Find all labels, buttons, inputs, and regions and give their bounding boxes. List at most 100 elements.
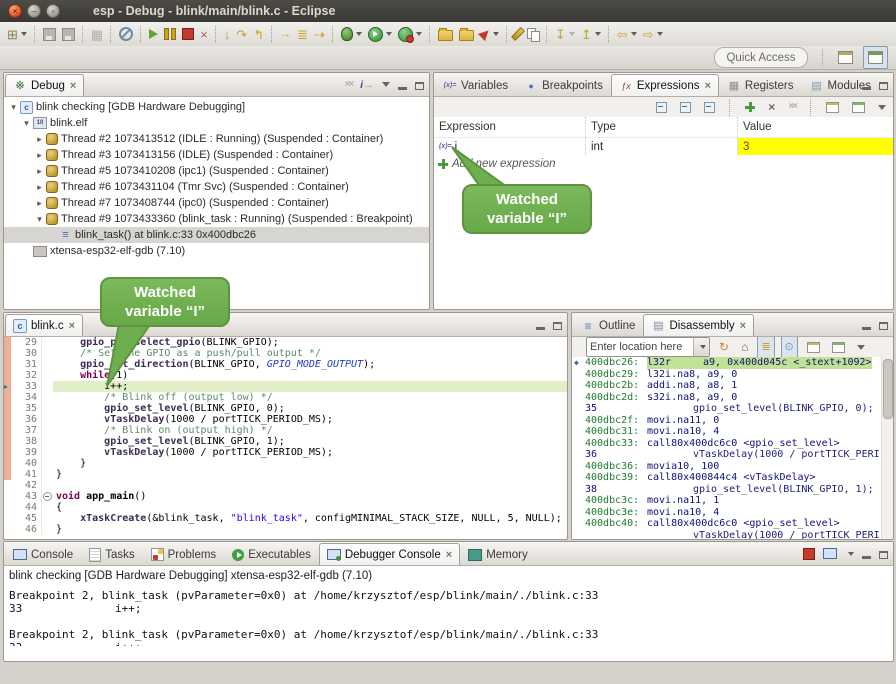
step-return-button[interactable]: ↰ — [250, 24, 267, 45]
debug-perspective-button[interactable] — [863, 46, 888, 69]
expander-icon[interactable]: ▸ — [34, 150, 45, 161]
tab-memory[interactable]: Memory — [460, 543, 536, 565]
debug-tree-row[interactable]: xtensa-esp32-elf-gdb (7.10) — [4, 243, 429, 259]
dropdown-arrow-icon[interactable] — [657, 32, 663, 36]
show-logical-structure-button[interactable] — [677, 97, 694, 118]
fold-collapse-icon[interactable] — [43, 492, 52, 501]
minimize-view-button[interactable] — [862, 549, 871, 559]
minimize-view-button[interactable] — [398, 80, 407, 90]
forward-button[interactable]: ⇨ — [640, 24, 666, 45]
view-menu-button[interactable] — [854, 337, 868, 358]
code-editor[interactable]: 29 gpio_pad_select_gpio(BLINK_GPIO);30 /… — [4, 337, 567, 540]
tab-debugger-console[interactable]: Debugger Console× — [319, 543, 460, 565]
track-expression-toggle[interactable]: ⊙ — [781, 336, 798, 359]
save-button[interactable] — [40, 24, 59, 45]
save-all-button[interactable] — [59, 24, 78, 45]
tab-blink-c[interactable]: blink.c× — [5, 314, 83, 336]
move-to-line-button[interactable]: ⇢ — [311, 24, 328, 45]
remove-all-expressions-button[interactable]: ×× — [785, 97, 799, 118]
compare-button[interactable] — [524, 24, 542, 45]
maximize-view-button[interactable] — [879, 549, 888, 559]
close-icon[interactable]: × — [740, 320, 746, 332]
window-maximize-button[interactable]: ▫ — [46, 4, 60, 18]
tab-outline[interactable]: Outline — [573, 314, 643, 336]
close-icon[interactable]: × — [70, 80, 76, 92]
expander-icon[interactable]: ▸ — [34, 198, 45, 209]
expander-icon[interactable]: ▾ — [8, 102, 19, 113]
disconnect-button[interactable]: × — [197, 24, 211, 45]
last-edit-location-button[interactable]: ↧ — [552, 24, 578, 45]
resume-button[interactable] — [146, 24, 161, 45]
view-menu-button[interactable] — [875, 97, 889, 118]
expander-icon[interactable]: ▾ — [21, 118, 32, 129]
maximize-view-button[interactable] — [553, 320, 562, 330]
show-source-button[interactable]: ≣ — [294, 24, 311, 45]
dropdown-arrow-icon[interactable] — [356, 32, 362, 36]
tab-tasks[interactable]: Tasks — [81, 543, 142, 565]
step-into-button[interactable]: ↓ — [221, 24, 234, 45]
debug-tree-row[interactable]: ▸Thread #5 1073410208 (ipc1) (Suspended … — [4, 163, 429, 179]
launch-tool-button[interactable] — [477, 24, 502, 45]
expander-icon[interactable]: ▸ — [34, 182, 45, 193]
home-button[interactable]: ⌂ — [738, 337, 751, 358]
column-header-expression[interactable]: Expression — [434, 117, 586, 137]
expander-icon[interactable]: ▸ — [34, 166, 45, 177]
instruction-stepping-button[interactable] — [277, 24, 294, 45]
debug-tree-row[interactable]: ▸Thread #7 1073408744 (ipc0) (Suspended … — [4, 195, 429, 211]
combo-dropdown-button[interactable] — [693, 338, 709, 356]
debug-tree-row[interactable]: ▸Thread #6 1073431104 (Tmr Svc) (Suspend… — [4, 179, 429, 195]
stop-console-icon[interactable] — [803, 548, 815, 560]
view-menu-icon[interactable] — [382, 82, 390, 87]
new-view-button[interactable] — [804, 337, 823, 358]
terminate-button[interactable] — [179, 24, 197, 45]
debug-tree-row[interactable]: ▾Thread #9 1073433360 (blink_task : Runn… — [4, 211, 429, 227]
tab-disassembly[interactable]: Disassembly× — [643, 314, 754, 336]
suspend-button[interactable] — [161, 24, 179, 45]
minimize-view-button[interactable] — [862, 320, 871, 330]
add-expression-button[interactable] — [742, 97, 758, 118]
maximize-view-button[interactable] — [415, 80, 424, 90]
disassembly-listing[interactable]: ◆400dbc26:l32ra9, 0x400d045c <_stext+109… — [572, 357, 893, 540]
tab-executables[interactable]: Executables — [224, 543, 319, 565]
dropdown-arrow-icon[interactable] — [569, 32, 575, 36]
show-type-names-button[interactable] — [653, 97, 670, 118]
minimize-view-button[interactable] — [862, 80, 871, 90]
debug-tree-row[interactable]: ▾blink.elf — [4, 115, 429, 131]
debug-tree-row[interactable]: blink_task() at blink.c:33 0x400dbc26 — [4, 227, 429, 243]
location-combo[interactable]: Enter location here — [586, 337, 710, 357]
build-button[interactable]: ▦ — [88, 24, 106, 45]
minimize-view-button[interactable] — [536, 320, 545, 330]
column-header-value[interactable]: Value — [738, 117, 893, 137]
dropdown-arrow-icon[interactable] — [493, 32, 499, 36]
display-console-icon[interactable] — [823, 548, 837, 559]
scrollbar-thumb[interactable] — [883, 359, 893, 419]
close-icon[interactable]: × — [69, 320, 75, 332]
skip-all-breakpoints-button[interactable] — [116, 24, 136, 45]
run-button[interactable] — [365, 24, 395, 45]
dropdown-arrow-icon[interactable] — [848, 552, 854, 556]
tab-registers[interactable]: Registers — [719, 74, 802, 96]
tab-console[interactable]: Console — [5, 543, 81, 565]
maximize-view-button[interactable] — [879, 320, 888, 330]
window-close-button[interactable]: × — [8, 4, 22, 18]
open-perspective-button[interactable] — [834, 47, 857, 68]
new-folder-button[interactable] — [435, 24, 456, 45]
show-source-toggle[interactable]: ≣ — [757, 336, 774, 359]
maximize-view-button[interactable] — [879, 80, 888, 90]
tab-breakpoints[interactable]: Breakpoints — [516, 74, 611, 96]
disassembly-scrollbar[interactable] — [881, 357, 893, 540]
tab-problems[interactable]: Problems — [143, 543, 225, 565]
dropdown-arrow-icon[interactable] — [386, 32, 392, 36]
dropdown-arrow-icon[interactable] — [631, 32, 637, 36]
instruction-stepping-icon[interactable]: i — [360, 79, 374, 91]
column-header-type[interactable]: Type — [586, 117, 738, 137]
step-over-button[interactable]: ↷ — [233, 24, 250, 45]
tab-expressions[interactable]: Expressions× — [611, 74, 719, 96]
back-button[interactable]: ⇦ — [614, 24, 640, 45]
dropdown-arrow-icon[interactable] — [595, 32, 601, 36]
collapse-all-button[interactable] — [701, 97, 718, 118]
debug-tree-row[interactable]: ▸Thread #2 1073413512 (IDLE : Running) (… — [4, 131, 429, 147]
format-brush-button[interactable] — [512, 24, 524, 45]
expander-icon[interactable]: ▸ — [34, 134, 45, 145]
expander-icon[interactable]: ▾ — [34, 214, 45, 225]
